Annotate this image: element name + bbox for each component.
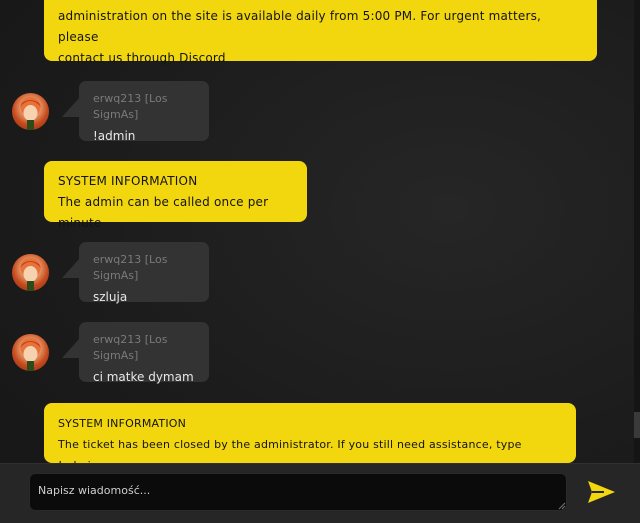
avatar[interactable] xyxy=(12,93,49,130)
system-message: SYSTEM INFORMATION The ticket has been c… xyxy=(44,403,576,463)
avatar[interactable] xyxy=(12,334,49,371)
system-message-text: contact us through Discord xyxy=(58,51,226,65)
resize-grip-icon[interactable] xyxy=(558,502,566,510)
system-message: administration on the site is available … xyxy=(44,0,597,65)
message-text: ci matke dymam xyxy=(93,370,194,384)
user-message-bubble: erwq213 [Los SigmAs] szluja xyxy=(79,242,209,304)
send-icon xyxy=(588,481,615,503)
send-button[interactable] xyxy=(584,476,620,508)
message-text: !admin xyxy=(93,129,136,143)
avatar[interactable] xyxy=(12,254,49,291)
system-message: SYSTEM INFORMATION The admin can be call… xyxy=(44,161,307,230)
message-username[interactable]: erwq213 [Los SigmAs] xyxy=(93,91,195,123)
bubble-tail xyxy=(62,258,80,278)
system-message-text: The admin can be called once per minute xyxy=(58,195,269,230)
user-message-bubble: erwq213 [Los SigmAs] !admin xyxy=(79,81,209,143)
message-username[interactable]: erwq213 [Los SigmAs] xyxy=(93,252,195,284)
chat-scrollbar[interactable] xyxy=(634,0,640,463)
bubble-tail xyxy=(62,97,80,117)
scrollbar-thumb[interactable] xyxy=(634,412,640,438)
system-message-title: SYSTEM INFORMATION xyxy=(58,417,187,430)
user-message-bubble: erwq213 [Los SigmAs] ci matke dymam xyxy=(79,322,209,384)
chat-window: administration on the site is available … xyxy=(0,0,640,523)
message-input[interactable] xyxy=(29,473,567,511)
message-username[interactable]: erwq213 [Los SigmAs] xyxy=(93,332,195,364)
bubble-tail xyxy=(62,338,80,358)
system-message-text: administration on the site is available … xyxy=(58,9,542,44)
message-text: szluja xyxy=(93,290,128,304)
system-message-text: The ticket has been closed by the admini… xyxy=(58,438,522,463)
system-message-title: SYSTEM INFORMATION xyxy=(58,174,198,188)
message-list[interactable]: administration on the site is available … xyxy=(0,0,632,463)
